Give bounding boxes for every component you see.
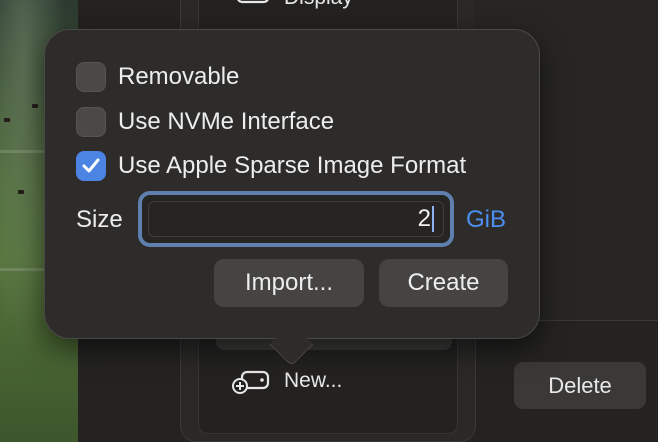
size-unit-select[interactable]: GiB xyxy=(466,206,506,234)
new-disk-button[interactable]: New... xyxy=(232,368,342,394)
wallpaper-detail xyxy=(4,118,10,122)
text-caret xyxy=(432,206,434,232)
checkmark-icon xyxy=(82,158,100,173)
sidebar-item-display[interactable]: Display xyxy=(234,0,353,10)
wallpaper-detail xyxy=(18,190,24,194)
removable-checkbox[interactable] xyxy=(76,62,106,92)
delete-button[interactable]: Delete xyxy=(514,362,646,409)
size-input[interactable]: 2 xyxy=(138,191,454,247)
add-disk-icon xyxy=(232,368,272,394)
nvme-label: Use NVMe Interface xyxy=(118,108,335,135)
wallpaper-detail xyxy=(32,104,38,108)
import-button[interactable]: Import... xyxy=(214,259,364,307)
removable-option[interactable]: Removable xyxy=(76,62,239,92)
size-label: Size xyxy=(76,206,123,233)
sidebar-item-label: Display xyxy=(284,0,353,10)
nvme-option[interactable]: Use NVMe Interface xyxy=(76,107,334,137)
sparse-image-label: Use Apple Sparse Image Format xyxy=(118,152,467,179)
display-icon xyxy=(234,0,272,10)
sparse-image-checkbox[interactable] xyxy=(76,151,106,181)
removable-label: Removable xyxy=(118,63,240,90)
size-input-border xyxy=(148,201,444,237)
create-button[interactable]: Create xyxy=(379,259,508,307)
new-disk-label: New... xyxy=(284,369,343,392)
size-input-value: 2 xyxy=(417,205,431,232)
sparse-image-option[interactable]: Use Apple Sparse Image Format xyxy=(76,151,466,181)
nvme-checkbox[interactable] xyxy=(76,107,106,137)
